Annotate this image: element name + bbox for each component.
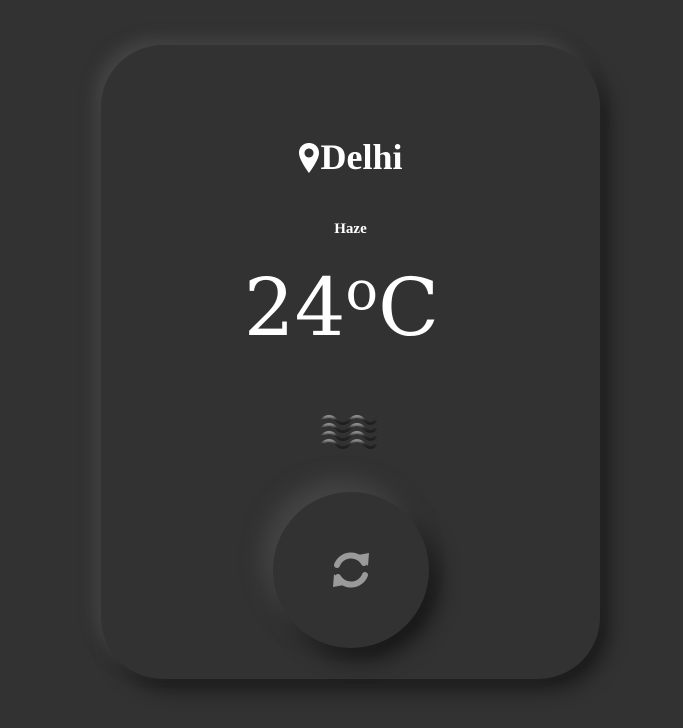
refresh-icon bbox=[333, 552, 369, 588]
temperature-value: 24 bbox=[243, 261, 346, 354]
degree-symbol: o bbox=[345, 259, 379, 322]
location-header: Delhi bbox=[101, 137, 600, 177]
map-pin-icon bbox=[299, 143, 320, 173]
city-name: Delhi bbox=[320, 137, 403, 177]
temperature-display: 24oC bbox=[0, 258, 683, 367]
haze-icon bbox=[320, 415, 378, 449]
weather-condition: Haze bbox=[334, 221, 367, 237]
refresh-button[interactable] bbox=[273, 492, 429, 648]
temperature-unit: C bbox=[378, 261, 440, 354]
